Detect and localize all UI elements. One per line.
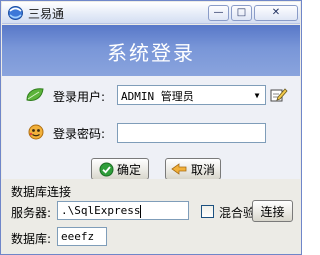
- banner-title: 系统登录: [107, 41, 195, 65]
- text-caret: [140, 204, 142, 218]
- app-icon: [8, 6, 23, 20]
- ok-button[interactable]: 确定: [91, 158, 149, 180]
- chevron-down-icon[interactable]: ▼: [251, 89, 263, 103]
- database-section-label: 数据库连接: [11, 185, 72, 199]
- edit-icon[interactable]: [270, 87, 288, 103]
- cancel-label: 取消: [190, 162, 215, 177]
- login-window: 三易通 — □ ✕ 系统登录 登录用户: ADMIN 管理员 ▼ 登录密码: 确…: [0, 0, 302, 255]
- database-panel: 数据库连接 服务器: .\SqlExpress 混合验证 连接 数据库: eee…: [2, 179, 300, 254]
- title-bar: 三易通 — □ ✕: [2, 2, 300, 24]
- cancel-button[interactable]: 取消: [165, 158, 221, 180]
- connect-button[interactable]: 连接: [252, 200, 293, 222]
- connect-label: 连接: [260, 204, 285, 219]
- header-banner: 系统登录: [2, 25, 300, 76]
- minimize-button[interactable]: —: [208, 5, 229, 21]
- database-input[interactable]: eeefz: [57, 227, 107, 246]
- close-icon: ✕: [271, 7, 281, 18]
- ok-label: 确定: [116, 162, 141, 177]
- server-value: .\SqlExpress: [61, 204, 141, 217]
- exit-arrow-icon: [171, 162, 187, 175]
- database-label: 数据库:: [11, 232, 52, 246]
- minimize-icon: —: [213, 7, 224, 18]
- close-button[interactable]: ✕: [254, 5, 298, 21]
- mixed-auth-checkbox[interactable]: [201, 205, 214, 218]
- user-label: 登录用户:: [53, 90, 106, 104]
- password-input[interactable]: [117, 123, 266, 143]
- checkmark-icon: [99, 162, 114, 176]
- user-dropdown[interactable]: ADMIN 管理员 ▼: [117, 85, 266, 105]
- server-input[interactable]: .\SqlExpress: [57, 201, 189, 220]
- maximize-button[interactable]: □: [231, 5, 252, 21]
- window-title: 三易通: [28, 7, 65, 21]
- database-value: eeefz: [61, 230, 95, 243]
- leaf-icon: [26, 88, 44, 101]
- server-label: 服务器:: [11, 206, 52, 220]
- key-avatar-icon: [28, 124, 44, 140]
- user-value: ADMIN 管理员: [121, 90, 194, 103]
- login-panel: 登录用户: ADMIN 管理员 ▼ 登录密码: 确定 取消: [2, 76, 300, 180]
- maximize-icon: □: [236, 7, 247, 18]
- password-label: 登录密码:: [53, 127, 106, 141]
